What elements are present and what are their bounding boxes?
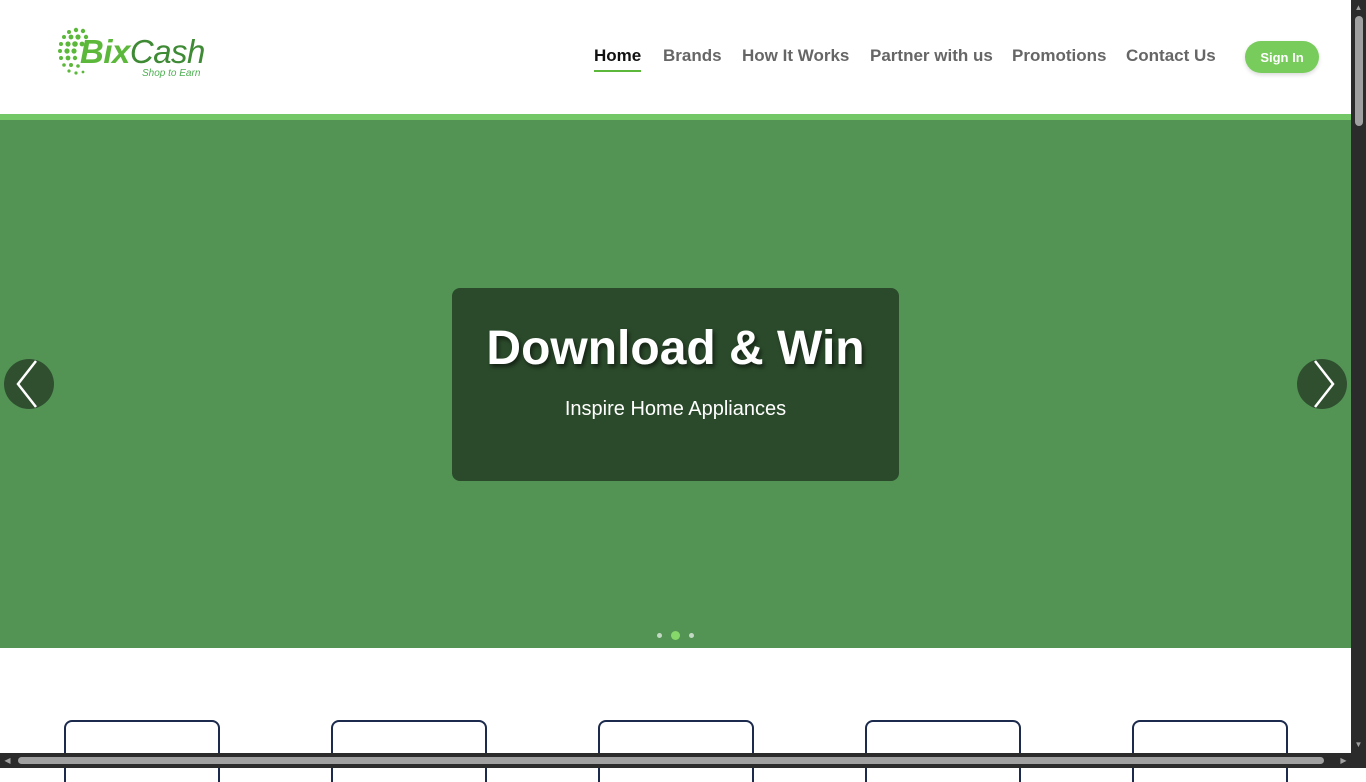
hero-caption-card: Download & Win Inspire Home Appliances bbox=[452, 288, 899, 481]
logo-wordmark: BixCash bbox=[80, 32, 205, 72]
carousel-prev-button[interactable] bbox=[4, 359, 54, 409]
scroll-right-arrow-icon[interactable]: ▶ bbox=[1339, 756, 1348, 765]
carousel-dot-3[interactable] bbox=[689, 633, 694, 638]
feature-card[interactable] bbox=[331, 720, 487, 782]
feature-card[interactable] bbox=[64, 720, 220, 782]
site-header: BixCash Shop to Earn Home Brands How It … bbox=[0, 0, 1351, 114]
nav-brands[interactable]: Brands bbox=[663, 44, 722, 68]
sign-in-button[interactable]: Sign In bbox=[1245, 41, 1319, 73]
bixcash-logo[interactable]: BixCash Shop to Earn bbox=[56, 24, 216, 84]
hero-subtitle: Inspire Home Appliances bbox=[564, 398, 787, 420]
carousel-next-button[interactable] bbox=[1297, 359, 1347, 409]
carousel-dot-2[interactable] bbox=[671, 631, 680, 640]
horizontal-scrollbar[interactable]: ◀ ▶ bbox=[0, 753, 1366, 768]
vertical-scrollbar[interactable]: ▲ ▼ bbox=[1351, 0, 1366, 753]
feature-card[interactable] bbox=[865, 720, 1021, 782]
chevron-left-icon bbox=[16, 360, 37, 408]
feature-card[interactable] bbox=[1132, 720, 1288, 782]
horizontal-scroll-thumb[interactable] bbox=[18, 757, 1324, 764]
logo-tagline: Shop to Earn bbox=[142, 68, 201, 79]
logo-cash: Cash bbox=[129, 33, 206, 70]
nav-home[interactable]: Home bbox=[594, 44, 642, 72]
nav-partner-with-us[interactable]: Partner with us bbox=[870, 44, 993, 68]
hero-title: Download & Win bbox=[486, 322, 865, 375]
nav-promotions[interactable]: Promotions bbox=[1012, 44, 1106, 68]
chevron-right-icon bbox=[1314, 360, 1335, 408]
nav-how-it-works[interactable]: How It Works bbox=[742, 44, 849, 68]
scroll-down-arrow-icon[interactable]: ▼ bbox=[1354, 740, 1363, 749]
logo-bix: Bix bbox=[80, 33, 130, 70]
hero-carousel: Download & Win Inspire Home Appliances bbox=[0, 120, 1351, 648]
scroll-left-arrow-icon[interactable]: ◀ bbox=[3, 756, 12, 765]
feature-card[interactable] bbox=[598, 720, 754, 782]
carousel-dot-1[interactable] bbox=[657, 633, 662, 638]
nav-contact-us[interactable]: Contact Us bbox=[1126, 44, 1216, 68]
scroll-up-arrow-icon[interactable]: ▲ bbox=[1354, 3, 1363, 12]
vertical-scroll-thumb[interactable] bbox=[1355, 16, 1363, 126]
